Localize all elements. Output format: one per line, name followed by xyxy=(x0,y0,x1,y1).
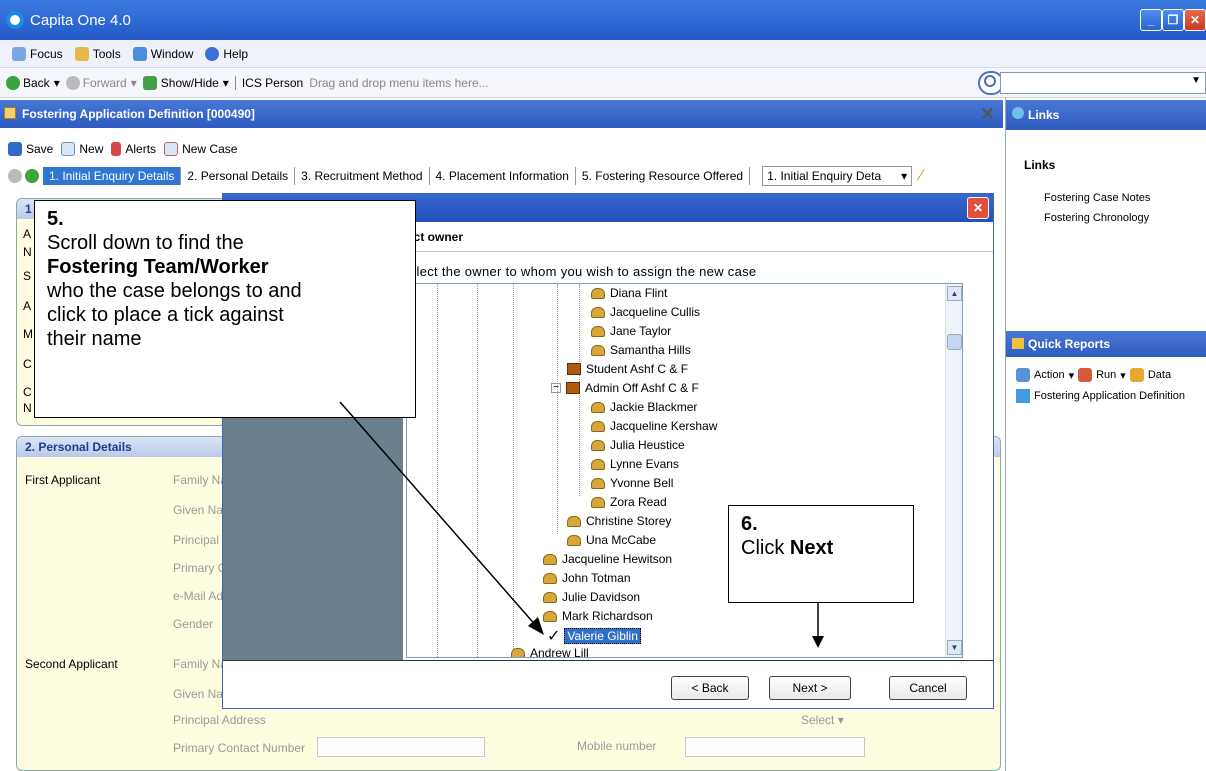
arrow-head-6 xyxy=(812,636,824,648)
arrow-line-5 xyxy=(339,401,539,629)
annotation-arrows xyxy=(339,401,824,648)
